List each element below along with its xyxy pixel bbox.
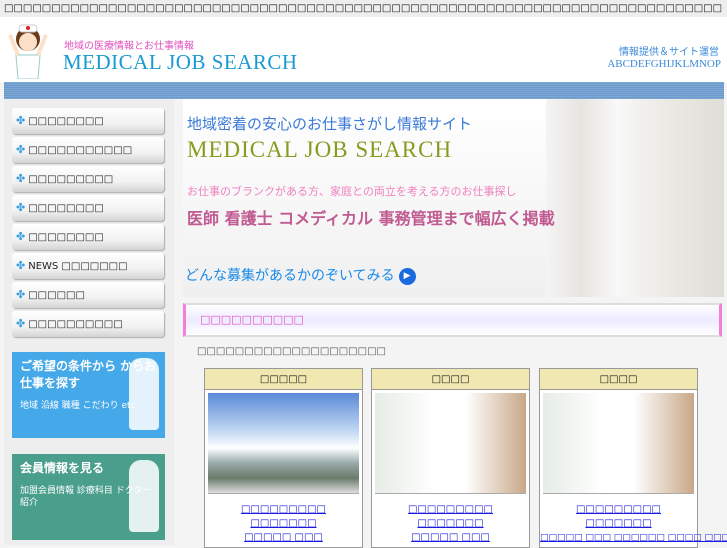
sidebar-item-1[interactable]: ✤ □□□□□□□□ xyxy=(12,108,164,134)
hero-cta-link[interactable]: どんな募集があるかのぞいてみる ▶ xyxy=(185,265,416,285)
card-link[interactable]: □□□□□□□□□ xyxy=(205,503,362,517)
nurse-image[interactable] xyxy=(375,393,526,494)
card-link[interactable]: □□□□□ □□□ xyxy=(372,531,529,545)
cross-bullet-icon: ✤ xyxy=(16,172,26,185)
card-title: □□□□ xyxy=(372,369,529,390)
sidebar-item-label: NEWS □□□□□□□ xyxy=(28,261,128,272)
sidebar-item-label: □□□□□□□□□□ xyxy=(28,319,123,330)
section-heading: □□□□□□□□□□ xyxy=(183,303,722,337)
sidebar: ✤ □□□□□□□□ ✤ □□□□□□□□□□□ ✤ □□□□□□□□□ ✤ □□□□□… xyxy=(4,99,174,545)
sidebar-item-label: □□□□□□□□ xyxy=(28,232,104,243)
hero-headline: 地域密着の安心のお仕事さがし情報サイト xyxy=(187,115,473,133)
cross-bullet-icon: ✤ xyxy=(16,114,26,127)
header-divider-band xyxy=(4,82,724,99)
hero-title: MEDICAL JOB SEARCH xyxy=(187,137,453,162)
nurse-image[interactable] xyxy=(543,393,694,494)
sidebar-item-7[interactable]: ✤ □□□□□□ xyxy=(12,282,164,308)
sidebar-item-8[interactable]: ✤ □□□□□□□□□□ xyxy=(12,311,164,337)
section-intro: □□□□□□□□□□□□□□□□□□□□ xyxy=(197,346,386,357)
card-link[interactable]: □□□□□ □□□ □□□□□□ □□□□ □□□ xyxy=(540,531,727,545)
nurse-figure-icon xyxy=(129,358,159,430)
site-logo[interactable]: MEDICAL JOB SEARCH xyxy=(63,50,298,75)
provider-label: 情報提供＆サイト運営 xyxy=(619,47,719,58)
card-link[interactable]: □□□□□□□ xyxy=(205,517,362,531)
cross-bullet-icon: ✤ xyxy=(16,259,26,272)
hospital-building-image[interactable] xyxy=(208,393,359,494)
sidebar-item-news[interactable]: ✤ NEWS □□□□□□□ xyxy=(12,253,164,279)
hero-subtext: お仕事のブランクがある方、家庭との両立を考える方のお仕事探し xyxy=(187,185,517,198)
card-title: □□□□ xyxy=(540,369,697,390)
hero-banner: 地域密着の安心のお仕事さがし情報サイト MEDICAL JOB SEARCH お… xyxy=(183,99,724,297)
member-info-banner[interactable]: 会員情報を見る 加盟会員情報 診療科目 ドクター紹介 xyxy=(12,454,165,540)
top-description: □□□□□□□□□□□□□□□□□□□□□□□□□□□□□□□□□□□□□□□□… xyxy=(0,0,727,17)
nurse-mascot-icon xyxy=(8,24,48,79)
play-arrow-icon: ▶ xyxy=(398,267,416,285)
search-jobs-banner[interactable]: ご希望の条件から からお仕事を探す 地域 沿線 職種 こだわり etc xyxy=(12,352,165,438)
cross-bullet-icon: ✤ xyxy=(16,230,26,243)
job-card: □□□□ □□□□□□□□□ □□□□□□□ □□□□□ □□□ xyxy=(371,368,530,548)
card-link[interactable]: □□□□□□□□□ xyxy=(540,503,697,517)
card-title: □□□□□ xyxy=(205,369,362,390)
sidebar-item-2[interactable]: ✤ □□□□□□□□□□□ xyxy=(12,137,164,163)
cta-label: どんな募集があるかのぞいてみる xyxy=(185,268,395,284)
sidebar-item-label: □□□□□□□□ xyxy=(28,203,104,214)
cross-bullet-icon: ✤ xyxy=(16,288,26,301)
sidebar-item-4[interactable]: ✤ □□□□□□□□ xyxy=(12,195,164,221)
sidebar-item-label: □□□□□□□□□ xyxy=(28,174,114,185)
site-header: 地域の医療情報とお仕事情報 MEDICAL JOB SEARCH 情報提供＆サイ… xyxy=(0,17,727,82)
nurse-photo xyxy=(546,99,724,297)
doctor-figure-icon xyxy=(129,460,159,532)
sidebar-item-label: □□□□□□ xyxy=(28,290,85,301)
card-link[interactable]: □□□□□□□ xyxy=(540,517,697,531)
cross-bullet-icon: ✤ xyxy=(16,317,26,330)
sidebar-item-label: □□□□□□□□ xyxy=(28,116,104,127)
provider-name[interactable]: ABCDEFGHIJKLMNOP xyxy=(607,58,721,70)
sidebar-item-label: □□□□□□□□□□□ xyxy=(28,145,133,156)
cross-bullet-icon: ✤ xyxy=(16,201,26,214)
cross-bullet-icon: ✤ xyxy=(16,143,26,156)
job-card: □□□□ □□□□□□□□□ □□□□□□□ □□□□□ □□□ □□□□□□ □□… xyxy=(539,368,727,548)
job-card: □□□□□ □□□□□□□□□ □□□□□□□ □□□□□ □□□ xyxy=(204,368,363,548)
sidebar-item-3[interactable]: ✤ □□□□□□□□□ xyxy=(12,166,164,192)
hero-professions: 医師 看護士 コメディカル 事務管理まで幅広く掲載 xyxy=(187,209,555,228)
card-link[interactable]: □□□□□□□ xyxy=(372,517,529,531)
card-link[interactable]: □□□□□□□□□ xyxy=(372,503,529,517)
sidebar-item-5[interactable]: ✤ □□□□□□□□ xyxy=(12,224,164,250)
card-link[interactable]: □□□□□ □□□ xyxy=(205,531,362,545)
